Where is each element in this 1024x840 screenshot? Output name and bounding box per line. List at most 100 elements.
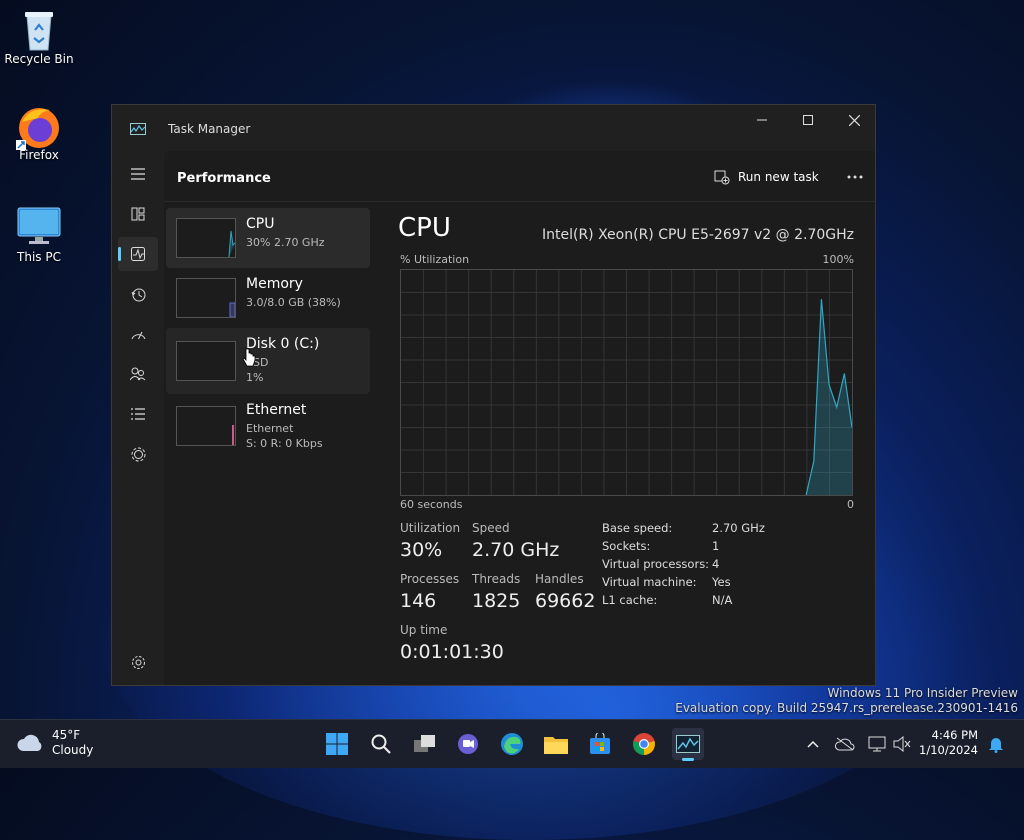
detail-key: Virtual processors: <box>602 557 710 571</box>
notifications-button[interactable] <box>980 728 1012 760</box>
services-icon <box>131 447 145 461</box>
device-name: CPU <box>246 216 275 232</box>
processes-value: 146 <box>400 590 437 612</box>
device-item-ethernet[interactable]: Ethernet Ethernet S: 0 R: 0 Kbps <box>166 394 370 460</box>
more-options-button[interactable] <box>841 165 869 189</box>
threads-value: 1825 <box>472 590 521 612</box>
volume-tray-button[interactable] <box>886 728 918 760</box>
firefox-icon <box>16 104 59 150</box>
header-divider <box>164 201 875 202</box>
run-new-task-label: Run new task <box>738 170 819 184</box>
device-name: Memory <box>246 276 303 292</box>
weather-temp: 45°F <box>52 728 81 742</box>
onedrive-tray-button[interactable] <box>829 728 861 760</box>
settings-icon <box>131 655 145 669</box>
chevron-up-icon <box>807 740 819 748</box>
desktop-icon-label: Firefox <box>19 148 59 162</box>
maximize-button[interactable] <box>785 105 831 135</box>
device-item-memory[interactable]: Memory 3.0/8.0 GB (38%) <box>166 268 370 328</box>
desktop-icon-firefox[interactable]: Firefox <box>3 104 75 162</box>
nav-performance[interactable] <box>118 237 158 271</box>
close-button[interactable] <box>831 105 877 135</box>
content-pane: Performance Run new task CPU 30% 2.70 GH… <box>164 151 875 685</box>
ethernet-thumbnail-graph <box>176 406 236 446</box>
bell-icon <box>989 738 1003 753</box>
device-subtext-2: 1% <box>246 371 264 384</box>
file-explorer-button[interactable] <box>540 728 572 760</box>
network-icon <box>868 736 886 752</box>
chrome-button[interactable] <box>628 728 660 760</box>
onedrive-offline-icon <box>835 737 855 751</box>
show-hidden-icons-button[interactable] <box>797 728 829 760</box>
chrome-icon <box>633 733 655 755</box>
cpu-detail-panel: CPU Intel(R) Xeon(R) CPU E5-2697 v2 @ 2.… <box>394 203 874 685</box>
desktop-icon-label: Recycle Bin <box>4 52 74 66</box>
weather-condition: Cloudy <box>52 743 94 757</box>
cpu-utilization-graph <box>400 269 853 496</box>
desktop-icon-this-pc[interactable]: This PC <box>3 206 75 264</box>
processes-icon <box>131 207 145 221</box>
device-subtext: Ethernet <box>246 422 294 435</box>
nav-app-history[interactable] <box>118 277 158 311</box>
monitor-icon <box>17 206 61 246</box>
handles-value: 69662 <box>535 590 596 612</box>
nav-details[interactable] <box>118 397 158 431</box>
taskbar: 45°F Cloudy 4:46 PM 1/10/2024 <box>0 719 1024 768</box>
more-icon <box>847 175 863 179</box>
windows-logo-icon <box>326 733 348 755</box>
memory-thumbnail-graph <box>176 278 236 318</box>
nav-startup-apps[interactable] <box>118 317 158 351</box>
start-button[interactable] <box>321 728 353 760</box>
detail-key: Sockets: <box>602 539 651 553</box>
clock[interactable]: 4:46 PM 1/10/2024 <box>919 728 978 758</box>
chat-icon <box>458 734 478 754</box>
nav-services[interactable] <box>118 437 158 471</box>
disk-thumbnail-graph <box>176 341 236 381</box>
page-title: Performance <box>177 171 271 186</box>
hamburger-icon <box>131 168 145 180</box>
task-manager-app-icon <box>130 123 146 135</box>
device-item-disk[interactable]: Disk 0 (C:) SSD 1% <box>166 328 370 394</box>
utilization-label: Utilization <box>400 521 461 535</box>
uptime-value: 0:01:01:30 <box>400 641 504 663</box>
close-icon <box>848 114 860 126</box>
nav-settings[interactable] <box>118 645 158 679</box>
threads-label: Threads <box>472 572 521 586</box>
graph-min-label: 0 <box>847 498 854 511</box>
task-view-button[interactable] <box>409 728 441 760</box>
speed-label: Speed <box>472 521 510 535</box>
chat-button[interactable] <box>452 728 484 760</box>
detail-value: 1 <box>712 539 720 553</box>
mouse-cursor-icon <box>242 348 256 367</box>
minimize-button[interactable] <box>739 105 785 135</box>
performance-icon <box>131 247 145 261</box>
desktop-icon-label: This PC <box>17 250 61 264</box>
store-icon <box>590 733 610 754</box>
device-item-cpu[interactable]: CPU 30% 2.70 GHz <box>166 208 370 268</box>
watermark-line1: Windows 11 Pro Insider Preview <box>827 686 1018 700</box>
title-bar[interactable]: Task Manager <box>112 105 875 151</box>
clock-time: 4:46 PM <box>931 728 978 742</box>
run-new-task-button[interactable]: Run new task <box>714 169 819 185</box>
cpu-model: Intel(R) Xeon(R) CPU E5-2697 v2 @ 2.70GH… <box>542 227 854 243</box>
task-manager-taskbar-button[interactable] <box>672 728 704 761</box>
window-title: Task Manager <box>168 122 251 136</box>
edge-icon <box>501 733 523 755</box>
search-button[interactable] <box>365 728 397 760</box>
task-manager-icon <box>676 735 700 753</box>
cpu-graph-svg <box>401 270 853 496</box>
edge-button[interactable] <box>496 728 528 760</box>
task-view-icon <box>414 735 435 752</box>
nav-processes[interactable] <box>118 197 158 231</box>
store-button[interactable] <box>584 728 616 760</box>
graph-max-label: 100% <box>822 253 854 266</box>
weather-widget[interactable]: 45°F Cloudy <box>16 728 93 758</box>
nav-users[interactable] <box>118 357 158 391</box>
processes-label: Processes <box>400 572 460 586</box>
desktop-icon-recycle-bin[interactable]: Recycle Bin <box>3 8 75 66</box>
hamburger-menu-button[interactable] <box>118 157 158 191</box>
cpu-title: CPU <box>398 213 451 243</box>
cpu-thumbnail-graph <box>176 218 236 258</box>
device-name: Ethernet <box>246 402 307 418</box>
app-history-icon <box>131 288 145 301</box>
